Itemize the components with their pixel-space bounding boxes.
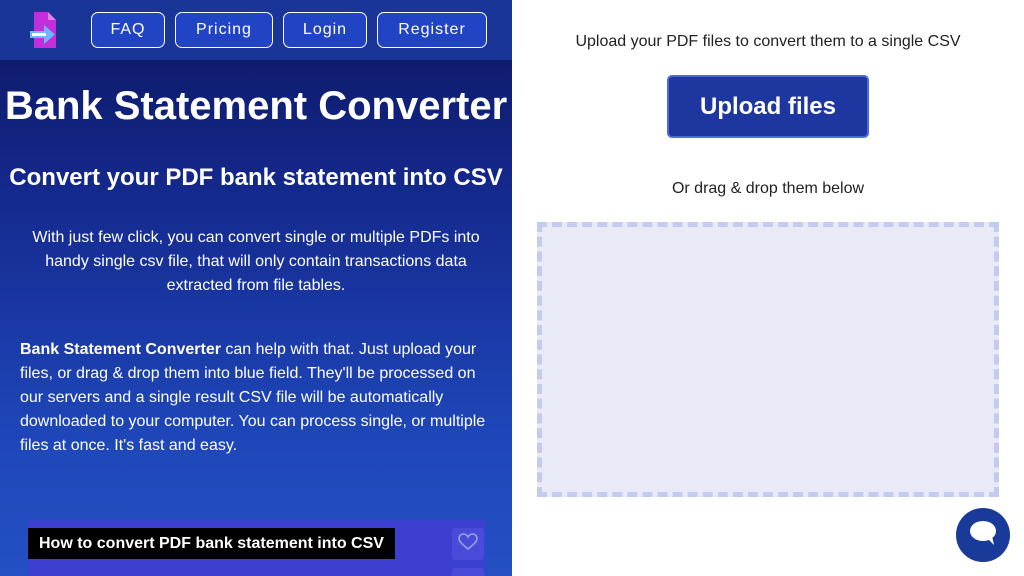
chat-button[interactable] bbox=[956, 508, 1010, 562]
upload-instruction: Upload your PDF files to convert them to… bbox=[575, 33, 961, 50]
intro-text: With just few click, you can convert sin… bbox=[32, 229, 480, 294]
upload-files-button[interactable]: Upload files bbox=[667, 75, 869, 138]
nav-register-button[interactable]: Register bbox=[377, 12, 487, 48]
nav-pricing-button[interactable]: Pricing bbox=[175, 12, 273, 48]
page-subtitle: Convert your PDF bank statement into CSV bbox=[9, 164, 503, 191]
heart-icon bbox=[458, 532, 478, 556]
hero-panel: FAQ Pricing Login Register Bank Statemen… bbox=[0, 0, 512, 576]
file-dropzone[interactable] bbox=[537, 222, 999, 497]
file-convert-icon[interactable] bbox=[28, 12, 62, 48]
chat-bubble-icon bbox=[969, 520, 997, 551]
video-more-button[interactable] bbox=[452, 568, 484, 576]
description-text: Bank Statement Converter can help with t… bbox=[20, 338, 492, 458]
video-title[interactable]: How to convert PDF bank statement into C… bbox=[28, 528, 395, 559]
drag-drop-text: Or drag & drop them below bbox=[671, 180, 865, 197]
top-navbar: FAQ Pricing Login Register bbox=[0, 0, 512, 60]
nav-login-button[interactable]: Login bbox=[283, 12, 367, 48]
page-title: Bank Statement Converter bbox=[4, 84, 508, 128]
description-brand: Bank Statement Converter bbox=[20, 341, 221, 358]
upload-panel: Upload your PDF files to convert them to… bbox=[512, 0, 1024, 576]
nav-faq-button[interactable]: FAQ bbox=[91, 12, 165, 48]
video-like-button[interactable] bbox=[452, 528, 484, 560]
